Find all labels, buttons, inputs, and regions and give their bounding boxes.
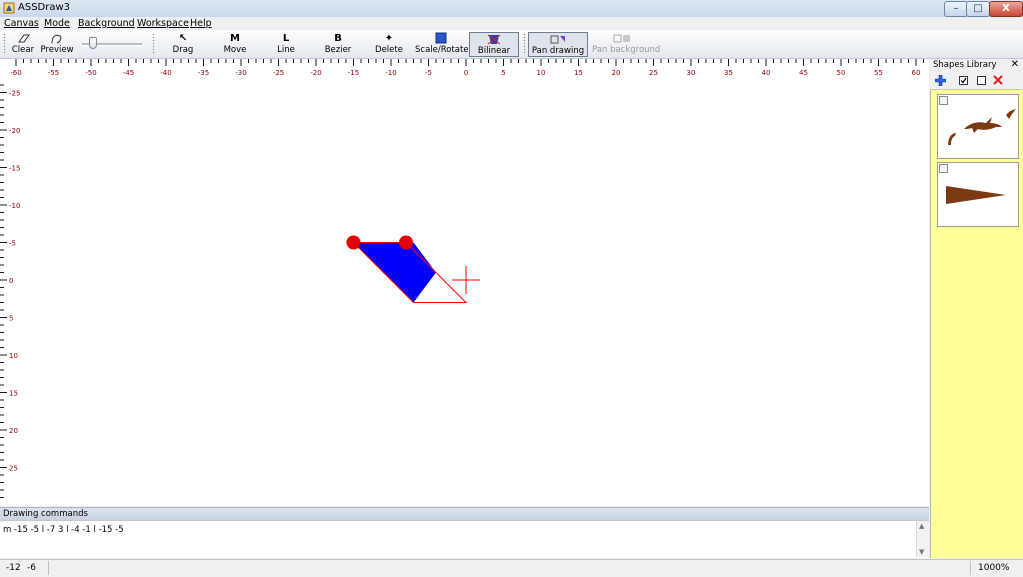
preview-button[interactable]: Preview bbox=[40, 32, 74, 57]
bilinear-icon bbox=[487, 34, 501, 45]
drawing-commands-header: Drawing commands bbox=[0, 507, 929, 520]
scale-rotate-label: Scale/Rotate bbox=[415, 45, 469, 55]
menu-workspace[interactable]: Workspace bbox=[137, 17, 189, 30]
close-icon[interactable]: ✕ bbox=[1011, 59, 1019, 70]
scroll-down-icon[interactable]: ▼ bbox=[919, 548, 924, 556]
bezier-icon: B bbox=[334, 33, 342, 44]
add-shape-icon[interactable] bbox=[935, 75, 946, 86]
close-icon: X bbox=[1002, 3, 1010, 14]
window-title: ASSDraw3 bbox=[18, 2, 71, 13]
line-icon: L bbox=[282, 33, 290, 44]
check-all-icon[interactable] bbox=[959, 76, 968, 85]
drawing-commands-title: Drawing commands bbox=[3, 509, 88, 519]
delete-pen-icon: ✦ bbox=[384, 33, 394, 44]
line-mode-button[interactable]: L Line bbox=[270, 32, 302, 57]
clear-button[interactable]: Clear bbox=[10, 32, 36, 57]
status-divider bbox=[970, 561, 971, 575]
preview-icon bbox=[51, 34, 62, 44]
menu-mode[interactable]: Mode bbox=[44, 17, 70, 30]
pan-drawing-label: Pan drawing bbox=[531, 46, 585, 56]
scale-rotate-button[interactable]: Scale/Rotate bbox=[415, 32, 469, 57]
control-point[interactable] bbox=[399, 235, 413, 250]
toolbar-grip[interactable] bbox=[152, 33, 155, 55]
scroll-up-icon[interactable]: ▲ bbox=[919, 522, 924, 530]
maximize-button[interactable]: □ bbox=[966, 1, 990, 17]
drawing-commands-text: m -15 -5 l -7 3 l -4 -1 l -15 -5 bbox=[3, 525, 124, 535]
bilinear-label: Bilinear bbox=[477, 46, 511, 56]
move-label: Move bbox=[223, 45, 247, 55]
pan-background-icon bbox=[613, 34, 630, 43]
bezier-mode-button[interactable]: B Bezier bbox=[320, 32, 356, 57]
status-x-coordinate: -12 bbox=[6, 563, 21, 573]
pan-drawing-button[interactable]: Pan drawing bbox=[528, 32, 588, 57]
drawing-layer[interactable] bbox=[0, 59, 929, 506]
toolbar-grip[interactable] bbox=[523, 33, 526, 55]
shape-card-wedge[interactable] bbox=[937, 162, 1019, 227]
pan-background-button[interactable]: Pan background bbox=[592, 32, 661, 57]
status-y-coordinate: -6 bbox=[27, 563, 36, 573]
line-label: Line bbox=[277, 45, 295, 55]
pan-drawing-icon bbox=[550, 35, 565, 44]
control-point[interactable] bbox=[346, 235, 361, 250]
scale-rotate-icon bbox=[435, 32, 447, 44]
drag-mode-button[interactable]: ↖ Drag bbox=[165, 32, 201, 57]
drag-label: Drag bbox=[172, 45, 194, 55]
drawing-commands-input[interactable]: m -15 -5 l -7 3 l -4 -1 l -15 -5 bbox=[0, 520, 929, 558]
arrow-cursor-icon: ↖ bbox=[178, 33, 188, 44]
maximize-icon: □ bbox=[973, 3, 983, 14]
app-icon bbox=[3, 2, 15, 14]
shapes-library-toolbar bbox=[930, 72, 1023, 90]
eraser-icon bbox=[18, 34, 30, 43]
clear-label: Clear bbox=[11, 45, 35, 55]
dolphin-shape-icon bbox=[948, 109, 1016, 145]
shapes-library-header: Shapes Library ✕ bbox=[930, 59, 1023, 72]
shape-checkbox[interactable] bbox=[939, 96, 948, 105]
status-divider bbox=[48, 561, 49, 575]
delete-mode-button[interactable]: ✦ Delete bbox=[371, 32, 407, 57]
wedge-shape-icon bbox=[946, 186, 1006, 204]
bezier-label: Bezier bbox=[324, 45, 352, 55]
status-bar: -12 -6 1000% bbox=[0, 559, 1023, 577]
delete-label: Delete bbox=[375, 45, 403, 55]
zoom-slider-handle[interactable] bbox=[89, 37, 97, 49]
uncheck-all-icon[interactable] bbox=[977, 76, 986, 85]
move-mode-button[interactable]: M Move bbox=[218, 32, 252, 57]
menu-help[interactable]: Help bbox=[190, 17, 212, 30]
minimize-icon: – bbox=[953, 3, 959, 14]
preview-label: Preview bbox=[40, 45, 74, 55]
commands-scrollbar[interactable]: ▲ ▼ bbox=[916, 521, 929, 557]
shape-card-dolphin[interactable] bbox=[937, 94, 1019, 159]
drawn-shape[interactable] bbox=[353, 242, 437, 303]
shapes-library-title: Shapes Library bbox=[933, 60, 997, 70]
status-zoom: 1000% bbox=[978, 563, 1010, 573]
move-icon: M bbox=[230, 33, 240, 44]
toolbar-grip[interactable] bbox=[3, 33, 6, 55]
title-bar bbox=[0, 0, 1023, 18]
menu-background[interactable]: Background bbox=[78, 17, 135, 30]
shape-checkbox[interactable] bbox=[939, 164, 948, 173]
menu-canvas[interactable]: Canvas bbox=[4, 17, 39, 30]
minimize-button[interactable]: – bbox=[944, 1, 968, 17]
close-button[interactable]: X bbox=[989, 1, 1023, 17]
bilinear-button[interactable]: Bilinear bbox=[469, 32, 519, 57]
delete-shape-icon[interactable] bbox=[993, 75, 1003, 85]
pan-background-label: Pan background bbox=[592, 45, 661, 55]
